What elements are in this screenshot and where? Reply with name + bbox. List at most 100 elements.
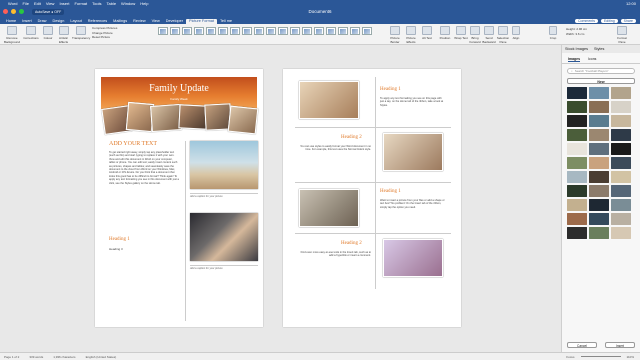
document-canvas[interactable]: Family Update Family Week ADD YOUR TEXT … (0, 45, 561, 352)
stock-image[interactable] (611, 199, 631, 211)
picture-style[interactable] (206, 27, 216, 35)
align-button[interactable]: Align (511, 26, 521, 40)
word-count[interactable]: 339 words (29, 355, 43, 359)
width-field[interactable]: Width: 3.6 cm (566, 32, 587, 37)
artistic-effects-button[interactable]: Artistic Effects (56, 26, 71, 44)
tab-stock-images[interactable]: Stock Images (565, 47, 588, 51)
family-car-photo[interactable] (299, 189, 359, 227)
stock-image[interactable] (589, 101, 609, 113)
stock-image[interactable] (567, 129, 587, 141)
picture-border-button[interactable]: Picture Border (388, 26, 402, 44)
menu-edit[interactable]: Edit (34, 1, 41, 6)
stock-image[interactable] (611, 213, 631, 225)
stock-image[interactable] (589, 129, 609, 141)
picture-effects-button[interactable]: Picture Effects (404, 26, 418, 44)
page-count[interactable]: Page 1 of 2 (4, 355, 19, 359)
collage-photo[interactable] (178, 104, 208, 130)
stock-image[interactable] (611, 143, 631, 155)
crop-button[interactable]: Crop (548, 26, 558, 40)
search-field[interactable]: ⌕ Search "Football Players" (567, 68, 635, 74)
picture-style[interactable] (266, 27, 276, 35)
menu-view[interactable]: View (46, 1, 55, 6)
tab-styles[interactable]: Styles (594, 47, 604, 51)
format-pane-button[interactable]: Format Pane (614, 26, 630, 44)
insert-button[interactable]: Insert (605, 342, 635, 348)
body-text[interactable]: To get started right away, simply tap an… (109, 151, 179, 185)
stock-image[interactable] (611, 171, 631, 183)
picture-style[interactable] (254, 27, 264, 35)
focus-button[interactable]: Focus (566, 355, 574, 359)
cancel-button[interactable]: Cancel (567, 342, 597, 348)
heading-3[interactable]: Heading 3 (109, 247, 123, 251)
page-title[interactable]: Family Update (101, 83, 257, 94)
position-button[interactable]: Position (438, 26, 452, 40)
stock-image[interactable] (567, 115, 587, 127)
stock-image[interactable] (589, 171, 609, 183)
stock-image[interactable] (611, 101, 631, 113)
heading-1[interactable]: Heading 1 (109, 237, 130, 242)
body-text[interactable]: You can use styles to easily format your… (299, 145, 371, 152)
alt-text-button[interactable]: Alt Text (420, 26, 434, 40)
zoom-slider[interactable] (580, 356, 621, 357)
picture-style[interactable] (278, 27, 288, 35)
height-field[interactable]: Height: 2.96 cm (566, 27, 587, 32)
stock-image[interactable] (589, 115, 609, 127)
stock-image[interactable] (611, 87, 631, 99)
stock-image[interactable] (567, 213, 587, 225)
picture-style[interactable] (302, 27, 312, 35)
picture-style[interactable] (350, 27, 360, 35)
body-text[interactable]: Find even more easy-to-use tools in the … (299, 251, 371, 258)
page-subtitle[interactable]: Family Week (101, 97, 257, 101)
stock-image[interactable] (567, 101, 587, 113)
menu-table[interactable]: Table (106, 1, 116, 6)
picture-style[interactable] (314, 27, 324, 35)
send-backward-button[interactable]: Send Backward (482, 26, 496, 44)
stock-image[interactable] (589, 157, 609, 169)
girl-drawing-photo[interactable] (383, 239, 443, 277)
stock-image[interactable] (567, 87, 587, 99)
menu-file[interactable]: File (22, 1, 28, 6)
menu-insert[interactable]: Insert (59, 1, 69, 6)
picture-style[interactable] (170, 27, 180, 35)
stock-image[interactable] (567, 157, 587, 169)
stock-image[interactable] (567, 171, 587, 183)
collage-photo[interactable] (227, 105, 259, 135)
stock-image[interactable] (567, 143, 587, 155)
page-1[interactable]: Family Update Family Week ADD YOUR TEXT … (95, 69, 263, 327)
photo-caption[interactable]: Add a caption for your picture (190, 265, 258, 270)
stock-image[interactable] (589, 227, 609, 239)
stock-image[interactable] (589, 213, 609, 225)
colour-button[interactable]: Colour (41, 26, 55, 40)
bring-forward-button[interactable]: Bring Forward (468, 26, 482, 44)
picture-style[interactable] (326, 27, 336, 35)
stock-image[interactable] (567, 199, 587, 211)
heading-2[interactable]: Heading 2 (341, 241, 362, 246)
girl-phone-photo[interactable] (299, 81, 359, 119)
language[interactable]: English (United States) (86, 355, 117, 359)
stock-image[interactable] (611, 227, 631, 239)
photo-caption[interactable]: Add a caption for your picture (190, 193, 258, 198)
stock-image[interactable] (589, 143, 609, 155)
reset-picture-button[interactable]: Reset Picture (92, 35, 117, 40)
menu-tools[interactable]: Tools (92, 1, 101, 6)
heading-2[interactable]: Heading 2 (341, 135, 362, 140)
tab-icons[interactable]: Icons (588, 57, 596, 62)
picture-style[interactable] (194, 27, 204, 35)
heading-1[interactable]: Heading 1 (380, 189, 401, 194)
selection-pane-button[interactable]: Selection Pane (496, 26, 510, 44)
transparency-button[interactable]: Transparency (72, 26, 90, 40)
editing-button[interactable]: Editing (600, 19, 618, 23)
stock-image[interactable] (611, 157, 631, 169)
picture-style[interactable] (338, 27, 348, 35)
tab-images[interactable]: Images (568, 57, 581, 62)
menu-word[interactable]: Word (8, 1, 17, 6)
beach-photo[interactable] (190, 141, 258, 189)
page-2[interactable]: Heading 1 To apply any text formatting y… (283, 69, 461, 327)
picture-style[interactable] (182, 27, 192, 35)
picture-style[interactable] (230, 27, 240, 35)
boy-photo[interactable] (383, 133, 443, 171)
picture-style[interactable] (158, 27, 168, 35)
compress-pictures-button[interactable]: Compress Pictures (92, 26, 117, 31)
stock-image[interactable] (589, 199, 609, 211)
comments-button[interactable]: Comments (575, 19, 598, 23)
